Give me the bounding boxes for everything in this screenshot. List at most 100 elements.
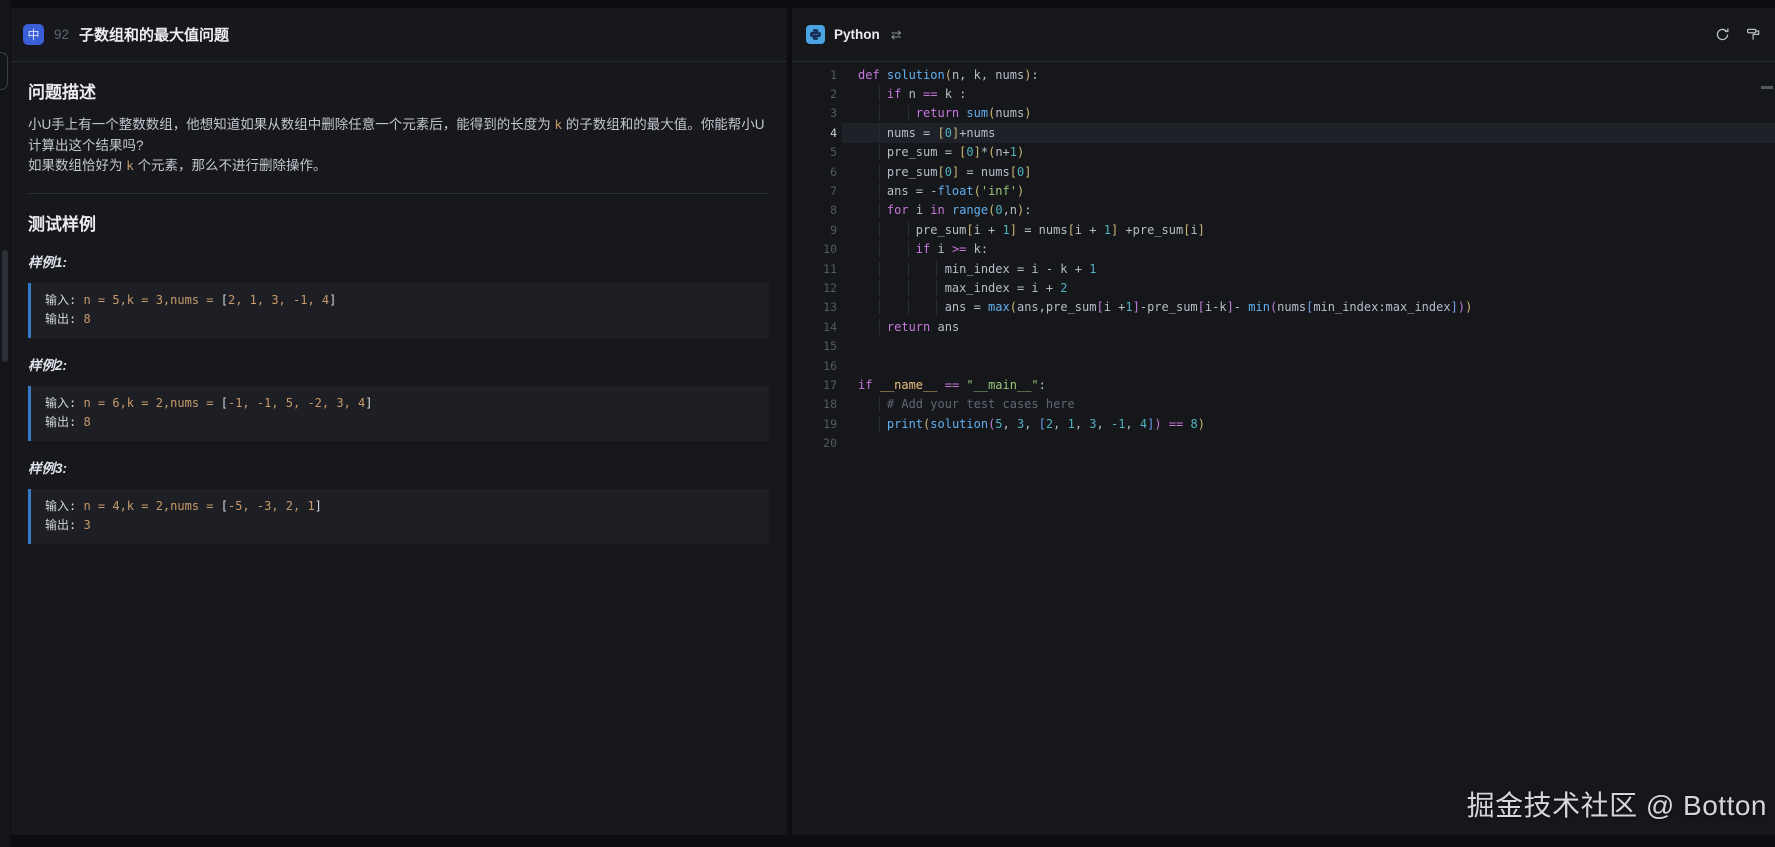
code-line-text: if __name__ == "__main__": [858, 378, 1046, 392]
io-value: 2, 1, 3, -1, 4 [228, 293, 329, 307]
scrollbar-mark[interactable] [1761, 86, 1773, 89]
switch-language-icon[interactable]: ⇄ [891, 27, 902, 43]
code-line[interactable]: 15 [792, 336, 1775, 355]
code-line[interactable]: 1def solution(n, k, nums): [792, 65, 1775, 84]
indent-guide [908, 280, 909, 296]
code-editor[interactable]: 1def solution(n, k, nums):2 if n == k :3… [792, 62, 1775, 453]
code-token [945, 203, 952, 217]
example-block: 输入: n = 4,k = 2,nums = [-5, -3, 2, 1]输出:… [28, 489, 769, 544]
code-line[interactable]: 18 # Add your test cases here [792, 395, 1775, 414]
line-number: 1 [792, 68, 837, 82]
code-token: i-k [1205, 300, 1227, 314]
code-token: i + [1104, 300, 1126, 314]
editor-panel: Python ⇄ 1def solution(n, k, nums):2 if … [792, 8, 1775, 835]
code-token: ] [1451, 300, 1458, 314]
panel-collapse-handle[interactable] [0, 52, 8, 90]
code-token: 3 [1089, 417, 1096, 431]
code-token: 5 [995, 417, 1002, 431]
code-token: k : [938, 87, 967, 101]
code-line[interactable]: 2 if n == k : [792, 84, 1775, 103]
code-token: nums [1277, 300, 1306, 314]
code-token [858, 320, 887, 334]
code-line-text: if i >= k: [858, 242, 988, 256]
code-token: , [1003, 417, 1017, 431]
code-line[interactable]: 4 nums = [0]+nums [792, 123, 1775, 142]
line-number: 4 [792, 126, 837, 140]
code-line[interactable]: 11 min_index = i - k + 1 [792, 259, 1775, 278]
indent-guide [879, 105, 880, 121]
code-line[interactable]: 19 print(solution(5, 3, [2, 1, 3, -1, 4]… [792, 414, 1775, 433]
code-token: [ [1198, 300, 1205, 314]
code-line-text [858, 436, 865, 450]
io-value: [ [221, 499, 228, 513]
indent-guide [879, 222, 880, 238]
rail-scrollbar-thumb[interactable] [2, 250, 8, 362]
io-value: [ [221, 293, 228, 307]
io-label: 输入: [45, 396, 83, 410]
language-label: Python [834, 27, 880, 42]
code-line[interactable]: 14 return ans [792, 317, 1775, 336]
code-token: , [1075, 417, 1089, 431]
code-token: -pre_sum [1140, 300, 1198, 314]
code-line[interactable]: 7 ans = -float('inf') [792, 181, 1775, 200]
example-block: 输入: n = 5,k = 3,nums = [2, 1, 3, -1, 4]输… [28, 283, 769, 338]
code-token: min_index:max_index [1313, 300, 1450, 314]
indent-guide [879, 164, 880, 180]
code-line[interactable]: 16 [792, 356, 1775, 375]
code-token: - [1234, 300, 1248, 314]
indent-guide [908, 105, 909, 121]
code-token: ans [930, 320, 959, 334]
code-line[interactable]: 9 pre_sum[i + 1] = nums[i + 1] +pre_sum[… [792, 220, 1775, 239]
code-token: if [858, 378, 872, 392]
code-token: min [1248, 300, 1270, 314]
code-line[interactable]: 13 ans = max(ans,pre_sum[i +1]-pre_sum[i… [792, 298, 1775, 317]
code-line-text: ans = -float('inf') [858, 184, 1024, 198]
code-token: == [923, 87, 937, 101]
code-line[interactable]: 20 [792, 433, 1775, 452]
code-token: ) [1017, 184, 1024, 198]
io-value: ] [329, 293, 336, 307]
difficulty-badge: 中 [23, 24, 44, 45]
indent-guide [879, 183, 880, 199]
code-token: 0 [995, 203, 1002, 217]
code-line[interactable]: 12 max_index = i + 2 [792, 278, 1775, 297]
code-line[interactable]: 8 for i in range(0,n): [792, 201, 1775, 220]
io-value: 3 [83, 518, 90, 532]
example-input-line: 输入: n = 5,k = 3,nums = [2, 1, 3, -1, 4] [45, 291, 755, 311]
code-token: sum [966, 106, 988, 120]
reset-code-icon[interactable] [1715, 27, 1730, 42]
code-line[interactable]: 10 if i >= k: [792, 240, 1775, 259]
code-token: k: [966, 242, 988, 256]
code-token: n [901, 87, 923, 101]
code-line-text: max_index = i + 2 [858, 281, 1068, 295]
format-code-icon[interactable] [1746, 27, 1761, 42]
code-line[interactable]: 6 pre_sum[0] = nums[0] [792, 162, 1775, 181]
io-label: 输出: [45, 312, 83, 326]
io-value: 8 [83, 415, 90, 429]
code-line[interactable]: 17if __name__ == "__main__": [792, 375, 1775, 394]
code-line-text: ans = max(ans,pre_sum[i +1]-pre_sum[i-k]… [858, 300, 1472, 314]
code-token: == [945, 378, 959, 392]
code-line[interactable]: 3 return sum(nums) [792, 104, 1775, 123]
code-token: [ [1039, 417, 1046, 431]
python-icon [806, 25, 825, 44]
code-token: ) [1465, 300, 1472, 314]
code-token: 1 [1068, 417, 1075, 431]
code-token: print [887, 417, 923, 431]
code-token: ans,pre_sum [1017, 300, 1096, 314]
code-line-text: min_index = i - k + 1 [858, 262, 1096, 276]
code-token: pre_sum [858, 165, 937, 179]
code-token: float [937, 184, 973, 198]
code-line-text: # Add your test cases here [858, 397, 1075, 411]
code-token: max_index = i + [858, 281, 1060, 295]
code-token: nums = [858, 126, 937, 140]
code-token [858, 87, 887, 101]
io-value: n = 5,k = 3,nums = [83, 293, 220, 307]
code-token: , [1097, 417, 1111, 431]
code-line[interactable]: 5 pre_sum = [0]*(n+1) [792, 143, 1775, 162]
code-token [858, 397, 887, 411]
io-label: 输入: [45, 293, 83, 307]
line-number: 13 [792, 300, 837, 314]
line-number: 11 [792, 262, 837, 276]
code-token: ) [1017, 145, 1024, 159]
